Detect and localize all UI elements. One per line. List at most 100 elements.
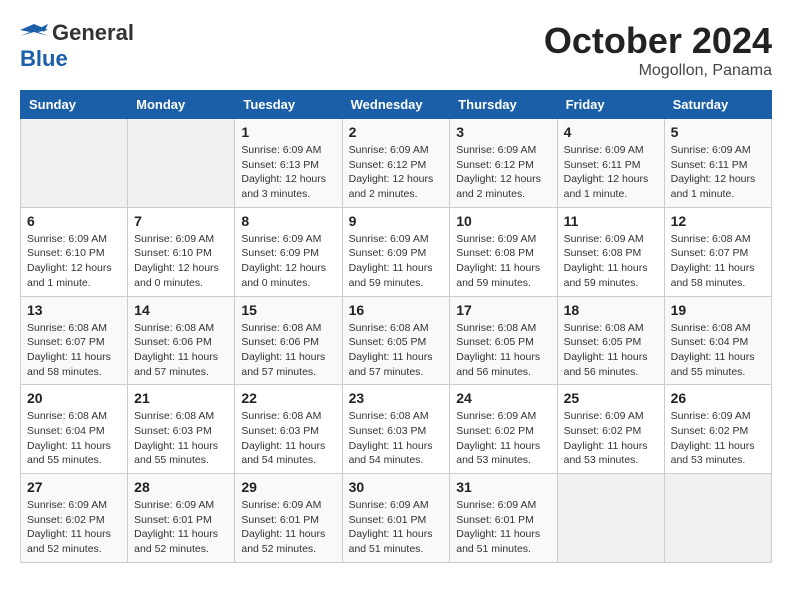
calendar-week-row: 13Sunrise: 6:08 AM Sunset: 6:07 PM Dayli…	[21, 296, 772, 385]
day-info: Sunrise: 6:09 AM Sunset: 6:01 PM Dayligh…	[456, 498, 550, 557]
calendar-cell	[664, 474, 771, 563]
logo-bird-icon	[20, 22, 48, 44]
logo: General Blue	[20, 20, 134, 72]
day-info: Sunrise: 6:08 AM Sunset: 6:03 PM Dayligh…	[134, 409, 228, 468]
day-info: Sunrise: 6:09 AM Sunset: 6:12 PM Dayligh…	[349, 143, 444, 202]
calendar-cell: 29 Sunrise: 6:09 AM Sunset: 6:01 PM Dayli…	[235, 474, 342, 563]
day-number: 29	[241, 479, 335, 495]
day-info: Sunrise: 6:09 AM Sunset: 6:02 PM Dayligh…	[671, 409, 765, 468]
calendar-cell: 2Sunrise: 6:09 AM Sunset: 6:12 PM Daylig…	[342, 119, 450, 208]
calendar-cell: 10 Sunrise: 6:09 AM Sunset: 6:08 PM Dayli…	[450, 207, 557, 296]
day-number: 17	[456, 302, 550, 318]
weekday-header: Wednesday	[342, 91, 450, 119]
calendar-cell: 3 Sunrise: 6:09 AM Sunset: 6:12 PM Daylig…	[450, 119, 557, 208]
day-info: Sunrise: 6:09 AM Sunset: 6:13 PM Dayligh…	[241, 143, 335, 202]
day-info: Sunrise: 6:08 AM Sunset: 6:05 PM Dayligh…	[564, 321, 658, 380]
day-number: 16	[349, 302, 444, 318]
day-number: 27	[27, 479, 121, 495]
day-info: Sunrise: 6:09 AM Sunset: 6:02 PM Dayligh…	[564, 409, 658, 468]
day-info: Sunrise: 6:09 AM Sunset: 6:02 PM Dayligh…	[27, 498, 121, 557]
day-info: Sunrise: 6:08 AM Sunset: 6:07 PM Dayligh…	[27, 321, 121, 380]
day-number: 10	[456, 213, 550, 229]
calendar-week-row: 20 Sunrise: 6:08 AM Sunset: 6:04 PM Dayli…	[21, 385, 772, 474]
calendar-cell: 5 Sunrise: 6:09 AM Sunset: 6:11 PM Daylig…	[664, 119, 771, 208]
day-info: Sunrise: 6:08 AM Sunset: 6:05 PM Dayligh…	[349, 321, 444, 380]
calendar-table: SundayMondayTuesdayWednesdayThursdayFrid…	[20, 90, 772, 563]
month-title: October 2024	[544, 20, 772, 62]
weekday-header: Sunday	[21, 91, 128, 119]
calendar-cell: 21 Sunrise: 6:08 AM Sunset: 6:03 PM Dayli…	[128, 385, 235, 474]
title-block: October 2024 Mogollon, Panama	[544, 20, 772, 80]
day-info: Sunrise: 6:09 AM Sunset: 6:11 PM Dayligh…	[671, 143, 765, 202]
day-info: Sunrise: 6:09 AM Sunset: 6:08 PM Dayligh…	[456, 232, 550, 291]
calendar-cell: 20 Sunrise: 6:08 AM Sunset: 6:04 PM Dayli…	[21, 385, 128, 474]
weekday-header: Tuesday	[235, 91, 342, 119]
day-info: Sunrise: 6:09 AM Sunset: 6:11 PM Dayligh…	[564, 143, 658, 202]
calendar-cell: 1 Sunrise: 6:09 AM Sunset: 6:13 PM Daylig…	[235, 119, 342, 208]
weekday-header: Monday	[128, 91, 235, 119]
day-info: Sunrise: 6:08 AM Sunset: 6:07 PM Dayligh…	[671, 232, 765, 291]
day-number: 7	[134, 213, 228, 229]
day-number: 24	[456, 390, 550, 406]
calendar-cell: 9 Sunrise: 6:09 AM Sunset: 6:09 PM Daylig…	[342, 207, 450, 296]
day-info: Sunrise: 6:09 AM Sunset: 6:01 PM Dayligh…	[241, 498, 335, 557]
day-number: 9	[349, 213, 444, 229]
day-number: 26	[671, 390, 765, 406]
calendar-cell: 24Sunrise: 6:09 AM Sunset: 6:02 PM Dayli…	[450, 385, 557, 474]
day-number: 20	[27, 390, 121, 406]
day-info: Sunrise: 6:08 AM Sunset: 6:03 PM Dayligh…	[241, 409, 335, 468]
day-number: 6	[27, 213, 121, 229]
calendar-cell: 23 Sunrise: 6:08 AM Sunset: 6:03 PM Dayli…	[342, 385, 450, 474]
calendar-cell	[128, 119, 235, 208]
day-number: 25	[564, 390, 658, 406]
calendar-cell: 12Sunrise: 6:08 AM Sunset: 6:07 PM Dayli…	[664, 207, 771, 296]
calendar-week-row: 27 Sunrise: 6:09 AM Sunset: 6:02 PM Dayli…	[21, 474, 772, 563]
day-number: 14	[134, 302, 228, 318]
day-number: 4	[564, 124, 658, 140]
day-number: 15	[241, 302, 335, 318]
calendar-cell: 27 Sunrise: 6:09 AM Sunset: 6:02 PM Dayli…	[21, 474, 128, 563]
day-number: 30	[349, 479, 444, 495]
day-info: Sunrise: 6:09 AM Sunset: 6:10 PM Dayligh…	[27, 232, 121, 291]
day-number: 5	[671, 124, 765, 140]
day-info: Sunrise: 6:08 AM Sunset: 6:06 PM Dayligh…	[134, 321, 228, 380]
calendar-cell: 13Sunrise: 6:08 AM Sunset: 6:07 PM Dayli…	[21, 296, 128, 385]
calendar-cell: 22 Sunrise: 6:08 AM Sunset: 6:03 PM Dayli…	[235, 385, 342, 474]
day-number: 23	[349, 390, 444, 406]
day-info: Sunrise: 6:08 AM Sunset: 6:04 PM Dayligh…	[671, 321, 765, 380]
day-number: 3	[456, 124, 550, 140]
calendar-cell: 7Sunrise: 6:09 AM Sunset: 6:10 PM Daylig…	[128, 207, 235, 296]
calendar-cell: 26 Sunrise: 6:09 AM Sunset: 6:02 PM Dayli…	[664, 385, 771, 474]
logo-text-blue: Blue	[20, 46, 68, 72]
day-number: 8	[241, 213, 335, 229]
calendar-cell: 25 Sunrise: 6:09 AM Sunset: 6:02 PM Dayli…	[557, 385, 664, 474]
calendar-cell: 8Sunrise: 6:09 AM Sunset: 6:09 PM Daylig…	[235, 207, 342, 296]
day-info: Sunrise: 6:08 AM Sunset: 6:03 PM Dayligh…	[349, 409, 444, 468]
calendar-cell: 31 Sunrise: 6:09 AM Sunset: 6:01 PM Dayli…	[450, 474, 557, 563]
day-info: Sunrise: 6:09 AM Sunset: 6:09 PM Dayligh…	[349, 232, 444, 291]
calendar-cell	[557, 474, 664, 563]
page-header: General Blue October 2024 Mogollon, Pana…	[20, 20, 772, 80]
day-number: 21	[134, 390, 228, 406]
day-number: 31	[456, 479, 550, 495]
calendar-header-row: SundayMondayTuesdayWednesdayThursdayFrid…	[21, 91, 772, 119]
day-info: Sunrise: 6:08 AM Sunset: 6:05 PM Dayligh…	[456, 321, 550, 380]
day-number: 1	[241, 124, 335, 140]
day-info: Sunrise: 6:09 AM Sunset: 6:01 PM Dayligh…	[134, 498, 228, 557]
day-number: 18	[564, 302, 658, 318]
day-number: 11	[564, 213, 658, 229]
calendar-cell: 18 Sunrise: 6:08 AM Sunset: 6:05 PM Dayli…	[557, 296, 664, 385]
calendar-cell: 4 Sunrise: 6:09 AM Sunset: 6:11 PM Daylig…	[557, 119, 664, 208]
day-info: Sunrise: 6:09 AM Sunset: 6:12 PM Dayligh…	[456, 143, 550, 202]
calendar-cell: 11 Sunrise: 6:09 AM Sunset: 6:08 PM Dayli…	[557, 207, 664, 296]
day-info: Sunrise: 6:09 AM Sunset: 6:08 PM Dayligh…	[564, 232, 658, 291]
day-number: 22	[241, 390, 335, 406]
calendar-cell	[21, 119, 128, 208]
weekday-header: Thursday	[450, 91, 557, 119]
day-info: Sunrise: 6:08 AM Sunset: 6:04 PM Dayligh…	[27, 409, 121, 468]
calendar-cell: 17 Sunrise: 6:08 AM Sunset: 6:05 PM Dayli…	[450, 296, 557, 385]
calendar-cell: 16 Sunrise: 6:08 AM Sunset: 6:05 PM Dayli…	[342, 296, 450, 385]
calendar-week-row: 6 Sunrise: 6:09 AM Sunset: 6:10 PM Daylig…	[21, 207, 772, 296]
day-number: 19	[671, 302, 765, 318]
calendar-cell: 15Sunrise: 6:08 AM Sunset: 6:06 PM Dayli…	[235, 296, 342, 385]
